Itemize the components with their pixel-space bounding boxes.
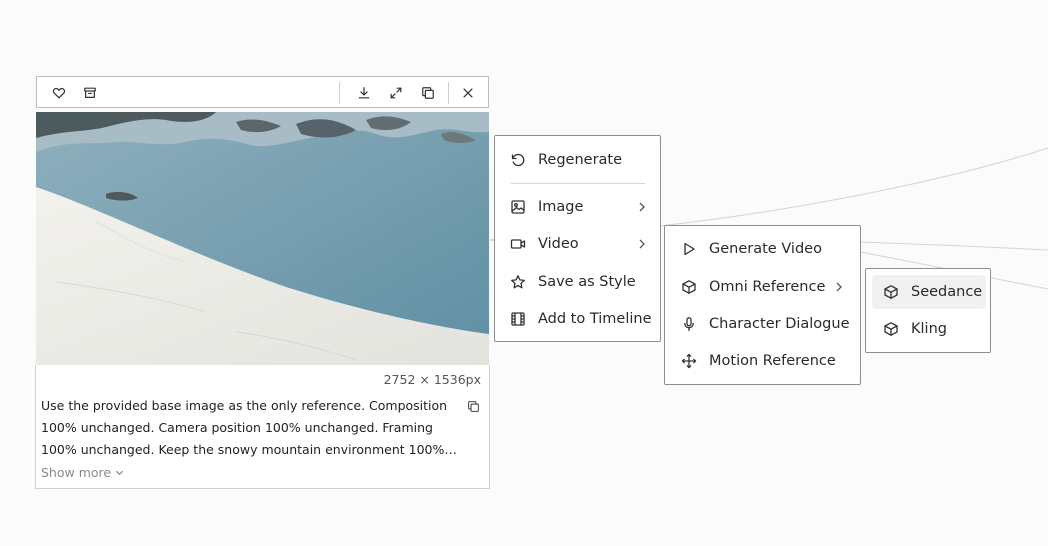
menu-item-label: Regenerate <box>538 152 623 168</box>
generated-image[interactable] <box>36 112 489 365</box>
image-icon <box>509 198 527 216</box>
download-icon[interactable] <box>355 84 373 102</box>
menu-item-motion-reference[interactable]: Motion Reference <box>680 344 850 378</box>
menu-item-label: Character Dialogue <box>709 316 850 332</box>
film-icon <box>509 310 527 328</box>
video-icon <box>509 235 527 253</box>
heart-icon[interactable] <box>50 84 68 102</box>
video-submenu: Generate Video Omni Reference Character … <box>664 225 861 385</box>
menu-divider <box>511 183 645 184</box>
menu-item-label: Image <box>538 199 584 215</box>
menu-item-label: Save as Style <box>538 274 636 290</box>
menu-item-character-dialogue[interactable]: Character Dialogue <box>680 307 850 341</box>
menu-item-add-to-timeline[interactable]: Add to Timeline <box>509 302 659 336</box>
chevron-right-icon <box>637 201 647 213</box>
cube-icon <box>882 283 900 301</box>
menu-item-kling[interactable]: Kling <box>872 312 986 346</box>
menu-item-label: Seedance <box>911 284 983 300</box>
context-menu: Regenerate Image Video Save as Style Add… <box>494 135 661 342</box>
chevron-right-icon <box>834 281 844 293</box>
menu-item-omni-reference[interactable]: Omni Reference <box>680 270 860 304</box>
chevron-down-icon <box>116 470 124 476</box>
prompt-text: Use the provided base image as the only … <box>41 398 448 457</box>
card-toolbar <box>36 76 489 108</box>
menu-item-seedance[interactable]: Seedance <box>872 275 986 309</box>
archive-icon[interactable] <box>81 84 99 102</box>
menu-item-label: Motion Reference <box>709 353 836 369</box>
show-more-link[interactable]: Show more <box>41 465 124 480</box>
menu-item-image[interactable]: Image <box>509 190 659 224</box>
menu-item-label: Video <box>538 236 579 252</box>
refresh-icon <box>509 151 527 169</box>
play-icon <box>680 240 698 258</box>
microphone-icon <box>680 315 698 333</box>
copy-prompt-icon[interactable] <box>467 398 481 412</box>
expand-icon[interactable] <box>387 84 405 102</box>
chevron-right-icon <box>637 238 647 250</box>
move-icon <box>680 352 698 370</box>
image-info-panel: 2752 × 1536px Use the provided base imag… <box>35 365 490 489</box>
menu-item-label: Kling <box>911 321 947 337</box>
menu-item-label: Generate Video <box>709 241 822 257</box>
menu-item-label: Omni Reference <box>709 279 826 295</box>
menu-item-regenerate[interactable]: Regenerate <box>509 143 649 177</box>
star-icon <box>509 273 527 291</box>
close-icon[interactable] <box>459 84 477 102</box>
toolbar-divider <box>448 82 449 104</box>
omni-reference-submenu: Seedance Kling <box>865 268 991 353</box>
cube-icon <box>680 278 698 296</box>
menu-item-video[interactable]: Video <box>509 227 659 261</box>
toolbar-divider <box>339 82 340 104</box>
copy-icon[interactable] <box>419 84 437 102</box>
menu-item-generate-video[interactable]: Generate Video <box>680 232 850 266</box>
cube-icon <box>882 320 900 338</box>
menu-item-save-as-style[interactable]: Save as Style <box>509 265 649 299</box>
image-dimensions: 2752 × 1536px <box>383 372 481 387</box>
menu-item-label: Add to Timeline <box>538 311 652 327</box>
show-more-label: Show more <box>41 465 112 480</box>
